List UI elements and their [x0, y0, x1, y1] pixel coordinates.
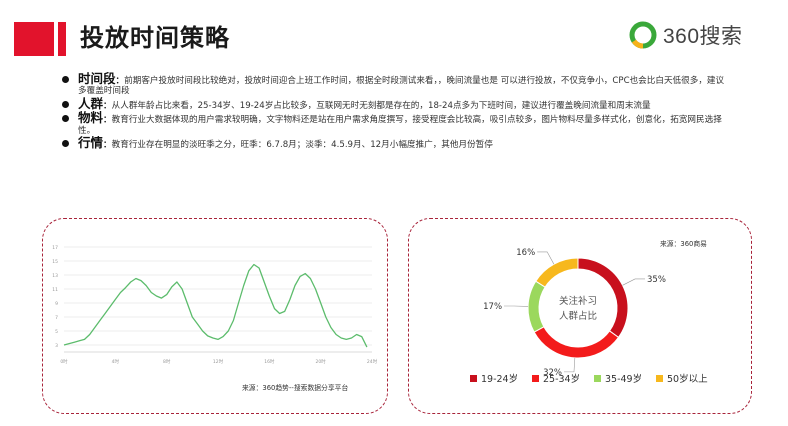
legend-label: 19-24岁: [481, 373, 518, 385]
legend-label: 25-34岁: [543, 373, 580, 385]
legend-swatch: [656, 375, 663, 382]
age-distribution-donut-chart: 35%32%17%16%关注补习人群占比19-24岁 25-34岁 35-49岁 50…: [470, 248, 708, 385]
legend-label: 50岁以上: [667, 373, 708, 385]
legend-label: 35-49岁: [605, 373, 642, 385]
donut-center-text: 关注补习: [559, 295, 597, 307]
legend-swatch: [594, 375, 601, 382]
donut-leader-line: [537, 251, 555, 265]
donut-data-label: 17%: [483, 302, 502, 312]
donut-leader-line: [622, 278, 646, 286]
slide: 投放时间策略 360搜索 时间段：前期客户投放时间段比较绝对，投放时间迎合上班工…: [0, 0, 788, 426]
donut-data-label: 16%: [516, 248, 535, 258]
donut-data-label: 35%: [647, 275, 666, 285]
donut-slice-3: [527, 280, 546, 333]
donut-slice-2: [533, 326, 620, 359]
donut-leader-line: [563, 357, 576, 373]
legend-swatch: [532, 375, 539, 382]
donut-chart-source: 来源：360商易: [660, 240, 707, 248]
donut-center-text: 人群占比: [559, 310, 597, 322]
donut-slice-4: [535, 257, 579, 288]
legend-swatch: [470, 375, 477, 382]
